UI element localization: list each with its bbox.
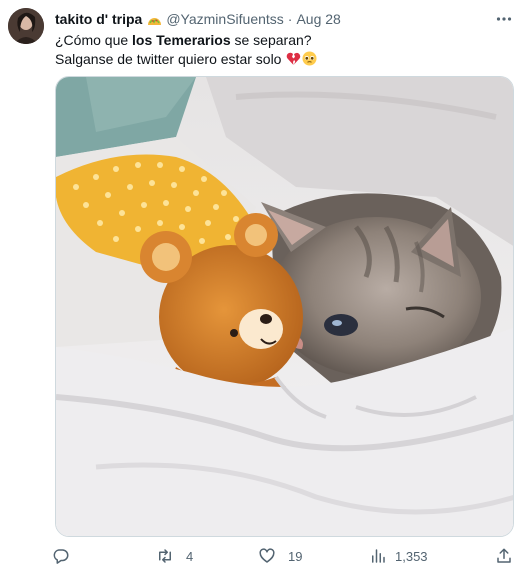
more-options-icon[interactable] <box>495 10 513 28</box>
display-name[interactable]: takito d' tripa <box>55 11 142 27</box>
text-segment: se separan? <box>230 32 312 48</box>
tweet-text-line-1: ¿Cómo que los Temerarios se separan? <box>55 31 317 50</box>
avatar[interactable] <box>8 8 44 44</box>
avatar-image <box>8 8 44 44</box>
retweet-icon <box>159 549 171 563</box>
like-button[interactable]: 19 <box>258 545 302 567</box>
separator-dot: · <box>287 11 293 27</box>
reply-button[interactable] <box>52 545 82 567</box>
share-icon <box>497 548 511 563</box>
share-button[interactable] <box>495 545 513 567</box>
reply-icon <box>53 549 69 564</box>
like-count: 19 <box>288 548 303 564</box>
views-button[interactable]: 1,353 <box>369 545 428 567</box>
text-segment: ¿Cómo que <box>55 32 133 48</box>
broken-heart-emoji-icon <box>286 51 301 66</box>
cat-with-teddy-bear-photo <box>56 77 513 536</box>
tweet-header: takito d' tripa @YazminSifuentss · Aug 2… <box>55 9 341 29</box>
tweet-text-line-2: Salganse de twitter quiero estar solo <box>55 50 317 69</box>
user-handle[interactable]: @YazminSifuentss <box>166 11 283 27</box>
tweet-date[interactable]: Aug 28 <box>296 11 340 27</box>
views-count: 1,353 <box>395 548 428 564</box>
bar-chart-icon <box>372 549 385 563</box>
text-bold-segment: los Temerarios <box>132 32 231 48</box>
heart-icon <box>259 548 275 563</box>
text-segment: Salganse de twitter quiero estar solo <box>55 51 282 67</box>
taco-emoji-icon <box>147 13 162 25</box>
tweet-photo[interactable] <box>55 76 514 537</box>
tweet-actions: 4 19 1,353 <box>52 545 517 567</box>
pleading-face-emoji-icon <box>302 51 317 66</box>
retweet-button[interactable]: 4 <box>156 545 193 567</box>
tweet-text: ¿Cómo que los Temerarios se separan? Sal… <box>55 31 317 69</box>
retweet-count: 4 <box>186 548 194 564</box>
tweet[interactable]: takito d' tripa @YazminSifuentss · Aug 2… <box>0 0 531 571</box>
